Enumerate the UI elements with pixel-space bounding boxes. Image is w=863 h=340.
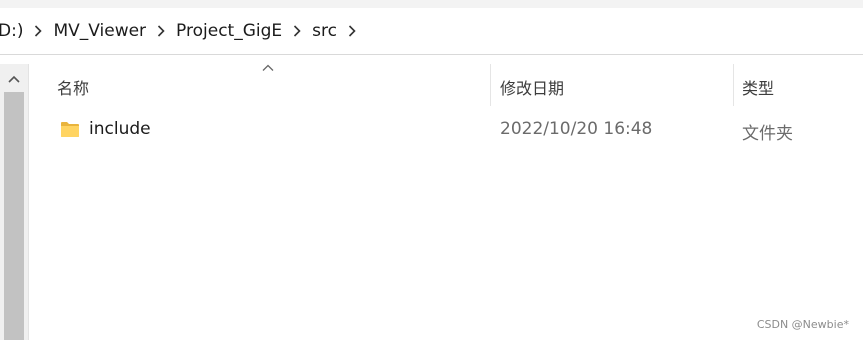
address-bar[interactable]: D:) MV_Viewer Project_GigE src (0, 8, 863, 55)
file-type: 文件夹 (742, 124, 793, 144)
chevron-right-icon[interactable] (288, 25, 306, 37)
file-row-include[interactable]: include 2022/10/20 16:48 文件夹 (29, 113, 863, 147)
chevron-right-icon[interactable] (343, 25, 361, 37)
file-name: include (89, 119, 151, 139)
chevron-right-icon[interactable] (29, 25, 47, 37)
column-divider[interactable] (490, 64, 491, 106)
breadcrumb-src[interactable]: src (306, 21, 343, 41)
chevron-right-icon[interactable] (152, 25, 170, 37)
column-header-row: 名称 修改日期 类型 (29, 64, 863, 106)
vertical-scrollbar[interactable] (0, 64, 29, 340)
column-header-name[interactable]: 名称 (57, 75, 89, 99)
scroll-up-arrow-icon[interactable] (3, 68, 25, 90)
column-divider[interactable] (733, 64, 734, 106)
scrollbar-thumb[interactable] (4, 92, 24, 340)
breadcrumb-project-gige[interactable]: Project_GigE (170, 21, 288, 41)
folder-icon (61, 122, 79, 137)
sort-ascending-icon[interactable] (262, 64, 274, 72)
breadcrumb-drive[interactable]: D:) (0, 21, 29, 41)
breadcrumb-mv-viewer[interactable]: MV_Viewer (47, 21, 152, 41)
column-header-type[interactable]: 类型 (742, 75, 774, 99)
watermark: CSDN @Newbie* (756, 318, 849, 331)
column-header-date-modified[interactable]: 修改日期 (500, 75, 564, 99)
file-date-modified: 2022/10/20 16:48 (500, 119, 653, 139)
